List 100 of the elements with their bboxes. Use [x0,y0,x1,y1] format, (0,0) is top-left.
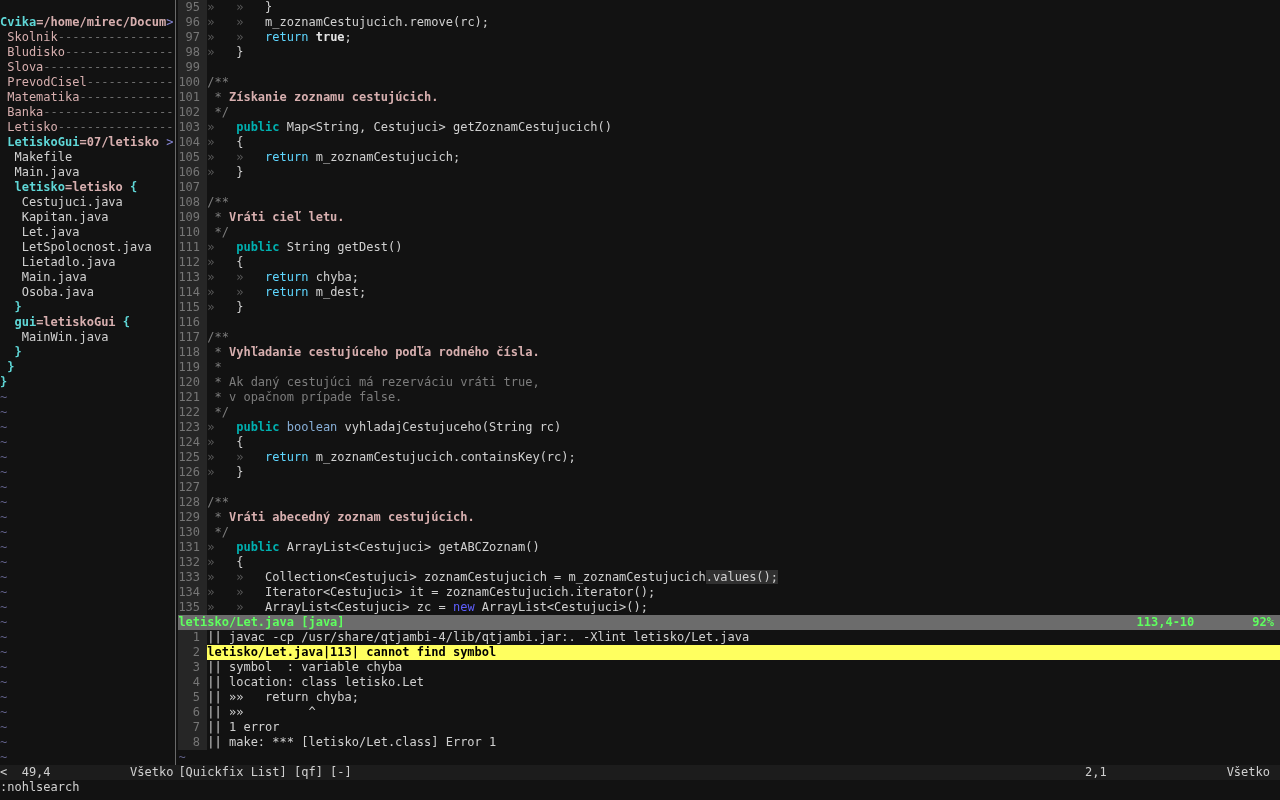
line-number: 97 [184,30,201,45]
project-folder[interactable]: gui=letiskoGui { [14,315,131,330]
quickfix-entry[interactable]: || location: class letisko.Let [207,675,1280,690]
file-entry[interactable]: Cestujuci.java [21,195,123,210]
line-number: 130 [178,525,201,540]
folded-project[interactable]: Banka------------------ [7,105,174,120]
project-folder[interactable]: LetiskoGui=07/letisko > [7,135,174,150]
code-line: » { [207,135,244,150]
line-number: 129 [178,510,201,525]
code-line: * Vráti abecedný zoznam cestujúcich. [213,510,475,525]
file-entry[interactable]: Let.java [21,225,80,240]
filler-line: ~ [0,630,8,645]
line-number: 125 [178,450,201,465]
file-entry[interactable]: Makefile [14,150,73,165]
filler-line: ~ [0,735,8,750]
code-line: /** [207,330,229,345]
folded-project[interactable]: Matematika------------- [7,90,174,105]
folded-project[interactable]: Bludisko--------------- [7,45,174,60]
code-line: * v opačnom prípade false. [213,390,403,405]
filler-line: ~ [0,555,8,570]
filler-line: ~ [0,390,8,405]
file-entry[interactable]: LetSpolocnost.java [21,240,152,255]
line-number: 99 [184,60,201,75]
code-line: * Získanie zoznamu cestujúcich. [213,90,439,105]
quickfix-entry[interactable]: || make: *** [letisko/Let.class] Error 1 [207,735,1280,750]
closing-brace: } [0,375,8,390]
line-number: 95 [184,0,201,15]
line-number: 111 [178,240,201,255]
line-number: 110 [178,225,201,240]
filler-line: ~ [0,420,8,435]
file-name: letisko/Let.java [java] [178,615,345,630]
line-number: 7 [191,720,201,735]
line-number: 121 [178,390,201,405]
filler-line: ~ [0,720,8,735]
closing-brace: } [14,345,22,360]
code-line: » } [207,465,244,480]
line-number: 3 [191,660,201,675]
code-line: » public ArrayList<Cestujuci> getABCZoznam() [207,540,540,555]
code-line: » » return true; [207,30,352,45]
line-number: 100 [178,75,201,90]
file-entry[interactable]: Main.java [21,270,87,285]
line-number: 98 [184,45,201,60]
filler-line: ~ [0,540,8,555]
line-number: 120 [178,375,201,390]
project-folder[interactable]: letisko=letisko { [14,180,138,195]
filler-line: ~ [178,750,186,765]
file-entry[interactable]: MainWin.java [21,330,109,345]
quickfix-entry[interactable]: || »» return chyba; [207,690,1280,705]
line-number: 116 [178,315,201,330]
line-number: 115 [178,300,201,315]
folded-project[interactable]: Slova------------------ [7,60,174,75]
file-entry[interactable]: Lietadlo.java [21,255,116,270]
line-number: 101 [178,90,201,105]
line-number: 105 [178,150,201,165]
quickfix-entry[interactable]: letisko/Let.java|113| cannot find symbol [207,645,1280,660]
line-number: 119 [178,360,201,375]
filler-line: ~ [0,585,8,600]
line-number: 8 [191,735,201,750]
cursor-position: 2,1 [1084,765,1107,780]
line-number: 122 [178,405,201,420]
quickfix-entry[interactable]: || 1 error [207,720,1280,735]
quickfix-entry[interactable]: || symbol : variable chyba [207,660,1280,675]
code-line: * [213,360,222,375]
code-line: * Ak daný cestujúci má rezerváciu vráti true, [213,375,540,390]
folded-project[interactable]: Skolnik---------------- [7,30,174,45]
scroll-position: Všetko [1226,765,1270,780]
line-number: 134 [178,585,201,600]
project-folder[interactable]: Cvika=/home/mirec/Docum> [0,15,174,30]
quickfix-entry[interactable]: || »» ^ [207,705,1280,720]
line-number: 109 [178,210,201,225]
code-line: » { [207,435,244,450]
file-entry[interactable]: Main.java [14,165,80,180]
folded-project[interactable]: Letisko---------------- [7,120,174,135]
line-number: 96 [184,15,201,30]
command-line[interactable]: :nohlsearch [0,780,80,795]
file-entry[interactable]: Kapitan.java [21,210,109,225]
code-line: » public String getDest() [207,240,403,255]
code-line: » » m_zoznamCestujucich.remove(rc); [207,15,490,30]
code-line: » public boolean vyhladajCestujuceho(String rc) [207,420,562,435]
cursor-position: 49,4 [21,765,51,780]
file-entry[interactable]: Osoba.java [21,285,94,300]
filler-line: ~ [0,465,8,480]
filler-line: ~ [0,480,8,495]
line-number: 6 [191,705,201,720]
line-number: 127 [178,480,201,495]
scroll-percent: 92% [1252,615,1274,630]
code-line: /** [207,195,229,210]
filler-line: ~ [0,510,8,525]
quickfix-entry[interactable]: || javac -cp /usr/share/qtjambi-4/lib/qtjambi.jar:. -Xlint letisko/Let.java [207,630,1280,645]
closing-brace: } [14,300,22,315]
line-number: 117 [178,330,201,345]
line-number: 107 [178,180,201,195]
code-line: » » Iterator<Cestujuci> it = zoznamCestujucich.iterator(); [207,585,656,600]
filler-line: ~ [0,405,8,420]
line-number: 108 [178,195,201,210]
cursor-position: 113,4-10 [1136,615,1195,630]
filler-line: ~ [0,600,8,615]
line-number: 126 [178,465,201,480]
folded-project[interactable]: PrevodCisel------------ [7,75,174,90]
code-line: » » } [207,0,273,15]
